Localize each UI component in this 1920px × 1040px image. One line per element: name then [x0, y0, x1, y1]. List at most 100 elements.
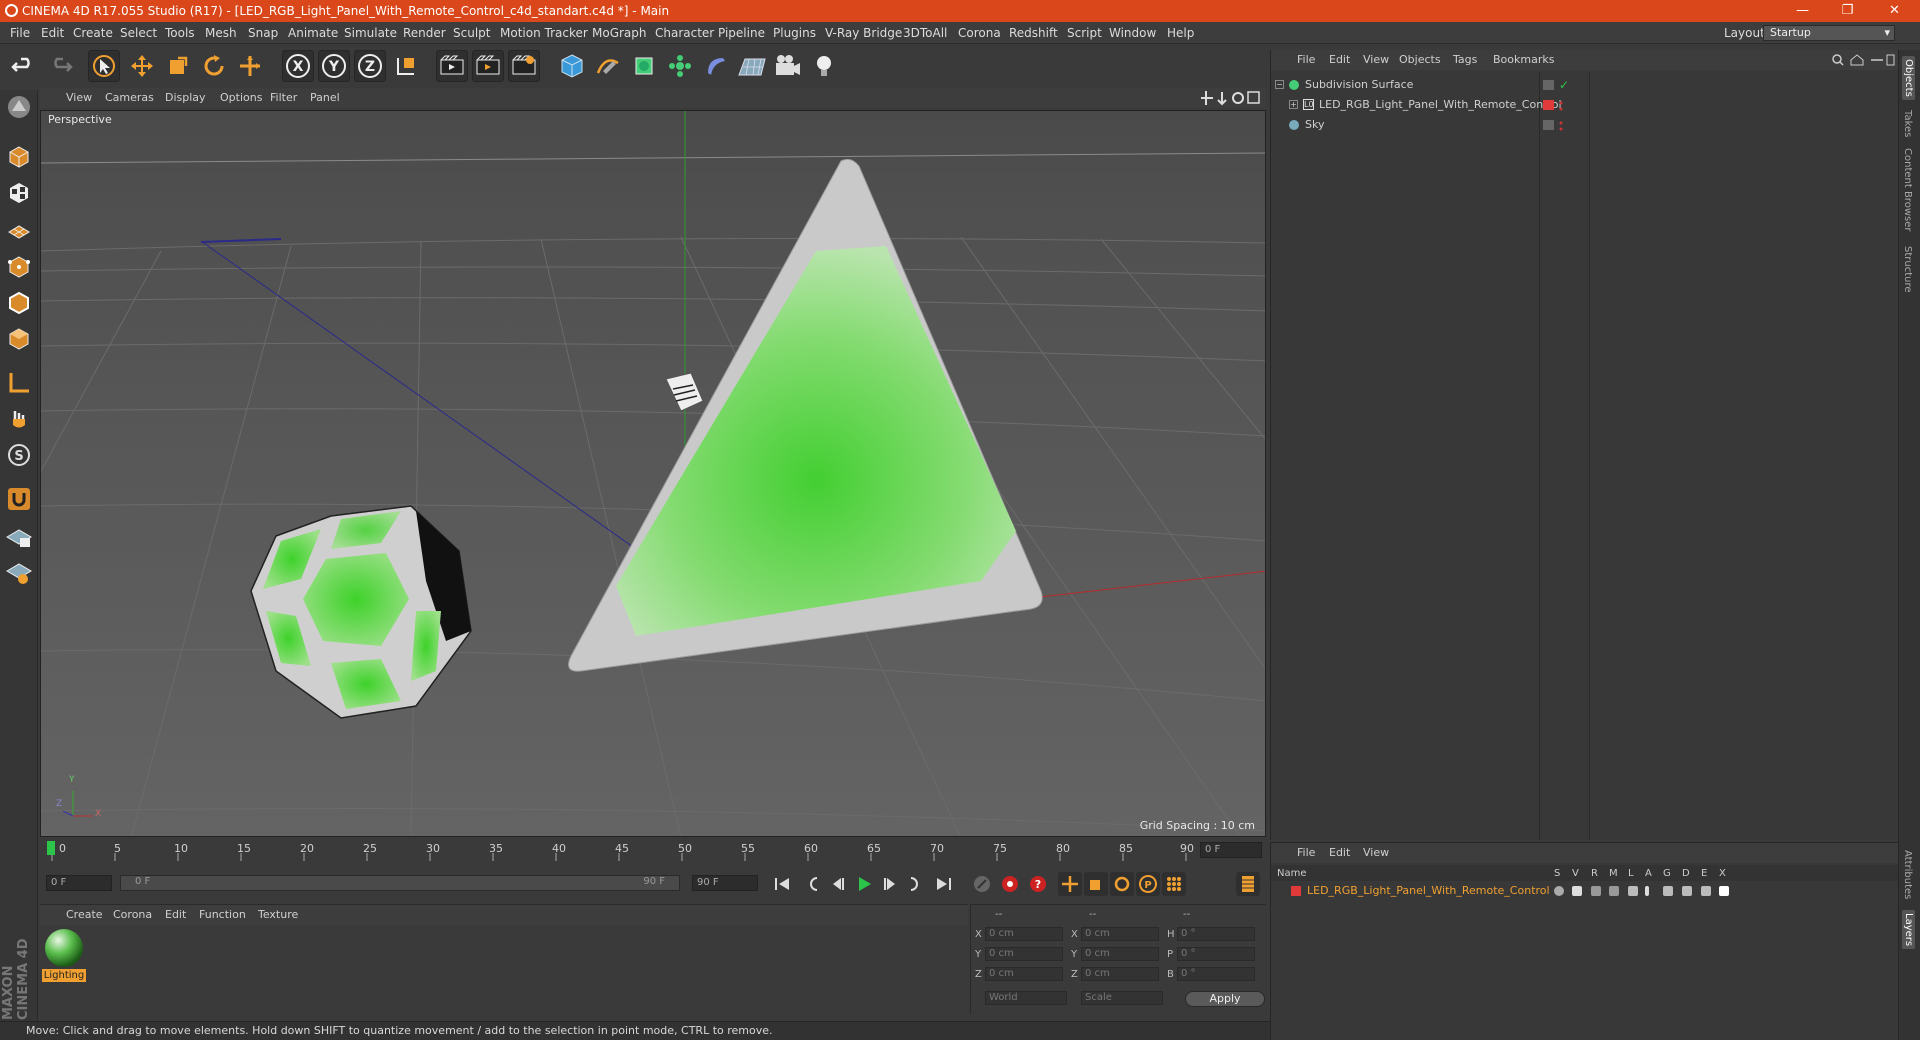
object-menu-edit[interactable]: Edit — [1329, 53, 1350, 66]
deformer-icon[interactable] — [700, 50, 732, 82]
play-icon[interactable] — [852, 872, 876, 896]
object-menu-objects[interactable]: Objects — [1399, 53, 1441, 66]
layer-animation-icon[interactable] — [1645, 886, 1649, 896]
tab-attributes[interactable]: Attributes — [1902, 850, 1913, 899]
move-icon[interactable] — [126, 50, 158, 82]
render-settings-icon[interactable] — [508, 50, 540, 82]
subdivision-surface-icon[interactable] — [628, 50, 660, 82]
viewport-menu-view[interactable]: View — [66, 91, 92, 104]
object-menu-view[interactable]: View — [1363, 53, 1389, 66]
coord-system-select[interactable]: World — [985, 991, 1067, 1005]
previous-key-icon[interactable] — [800, 872, 824, 896]
coord-mode-select[interactable]: Scale — [1081, 991, 1163, 1005]
edges-mode-icon[interactable] — [4, 288, 34, 318]
timeline-icon[interactable] — [1236, 872, 1260, 896]
material-swatch[interactable]: Lighting — [42, 927, 86, 985]
menu-mograph[interactable]: MoGraph — [592, 26, 647, 40]
menu-simulate[interactable]: Simulate — [344, 26, 397, 40]
rotation-p-field[interactable]: 0 ° — [1177, 947, 1255, 961]
x-axis-icon[interactable]: X — [282, 50, 314, 82]
y-axis-icon[interactable]: Y — [318, 50, 350, 82]
minimize-button[interactable]: — — [1780, 0, 1825, 22]
collapse-icon[interactable]: − — [1275, 80, 1284, 89]
camera-icon[interactable] — [772, 50, 804, 82]
layer-xrefs-icon[interactable] — [1719, 886, 1729, 896]
material-menu-function[interactable]: Function — [199, 908, 246, 921]
material-menu-texture[interactable]: Texture — [258, 908, 298, 921]
rotation-b-field[interactable]: 0 ° — [1177, 967, 1255, 981]
viewport-menu-panel[interactable]: Panel — [310, 91, 340, 104]
render-view-icon[interactable] — [436, 50, 468, 82]
object-menu-bookmarks[interactable]: Bookmarks — [1493, 53, 1554, 66]
expand-icon[interactable]: + — [1289, 100, 1298, 109]
snapping-icon[interactable]: S — [4, 440, 34, 470]
viewport-menu-display[interactable]: Display — [165, 91, 206, 104]
record-icon[interactable] — [970, 872, 994, 896]
apply-button[interactable]: Apply — [1185, 991, 1265, 1007]
key-position-icon[interactable] — [1058, 872, 1082, 896]
frame-range-slider[interactable]: 0 F 90 F — [120, 875, 680, 891]
material-menu-corona[interactable]: Corona — [113, 908, 152, 921]
scale-icon[interactable] — [162, 50, 194, 82]
size-y-field[interactable]: 0 cm — [1081, 947, 1159, 961]
size-x-field[interactable]: 0 cm — [1081, 927, 1159, 941]
menu-vray-bridge[interactable]: V-Ray Bridge — [825, 26, 902, 40]
menu-pipeline[interactable]: Pipeline — [718, 26, 765, 40]
next-frame-icon[interactable] — [878, 872, 902, 896]
magnet-icon[interactable] — [4, 484, 34, 514]
viewport-nav-icons[interactable] — [1200, 90, 1262, 109]
menu-redshift[interactable]: Redshift — [1009, 26, 1058, 40]
object-manager-nav-icons[interactable] — [1831, 53, 1895, 70]
visibility-dots-icon[interactable] — [1543, 120, 1554, 130]
layer-menu-edit[interactable]: Edit — [1329, 846, 1350, 859]
object-row-led-panel[interactable]: + L0 LED_RGB_Light_Panel_With_Remote_Con… — [1271, 96, 1899, 114]
menu-tools[interactable]: Tools — [165, 26, 195, 40]
menu-snap[interactable]: Snap — [248, 26, 278, 40]
layer-deformers-icon[interactable] — [1682, 886, 1692, 896]
layer-menu-file[interactable]: File — [1297, 846, 1315, 859]
visibility-dots-icon[interactable] — [1543, 80, 1554, 90]
polygons-mode-icon[interactable] — [4, 324, 34, 354]
layer-color-icon[interactable] — [1291, 886, 1301, 896]
menu-edit[interactable]: Edit — [41, 26, 64, 40]
restore-button[interactable]: ❐ — [1825, 0, 1870, 22]
layer-expressions-icon[interactable] — [1701, 886, 1711, 896]
render-to-picture-viewer-icon[interactable] — [472, 50, 504, 82]
menu-select[interactable]: Select — [120, 26, 157, 40]
key-scale-icon[interactable] — [1084, 872, 1108, 896]
tab-takes[interactable]: Takes — [1902, 110, 1913, 137]
position-x-field[interactable]: 0 cm — [985, 927, 1063, 941]
visibility-dots-icon[interactable] — [1559, 99, 1563, 111]
material-menu-edit[interactable]: Edit — [165, 908, 186, 921]
timeline-ruler[interactable]: 0 5 10 15 20 25 30 35 40 45 50 55 60 65 … — [40, 839, 1266, 861]
layer-generators-icon[interactable] — [1663, 886, 1673, 896]
position-y-field[interactable]: 0 cm — [985, 947, 1063, 961]
light-icon[interactable] — [808, 50, 840, 82]
close-button[interactable]: ✕ — [1872, 0, 1917, 22]
layout-select[interactable]: Startup — [1763, 25, 1895, 41]
current-frame-field[interactable]: 0 F — [1200, 842, 1262, 858]
auto-keying-icon[interactable] — [998, 872, 1022, 896]
layer-menu-view[interactable]: View — [1363, 846, 1389, 859]
rotate-icon[interactable] — [198, 50, 230, 82]
redo-icon[interactable] — [44, 50, 76, 82]
menu-create[interactable]: Create — [73, 26, 113, 40]
end-frame-field[interactable]: 90 F — [692, 875, 758, 891]
points-mode-icon[interactable] — [4, 252, 34, 282]
menu-render[interactable]: Render — [403, 26, 446, 40]
menu-character[interactable]: Character — [655, 26, 714, 40]
layer-manager-icon[interactable] — [1609, 886, 1619, 896]
menu-corona[interactable]: Corona — [958, 26, 1001, 40]
workplane-icon[interactable] — [4, 214, 34, 244]
floor-icon[interactable] — [736, 50, 768, 82]
live-selection-icon[interactable] — [88, 50, 120, 82]
transform-icon[interactable] — [234, 50, 266, 82]
layer-lock-icon[interactable] — [1628, 886, 1638, 896]
menu-animate[interactable]: Animate — [288, 26, 338, 40]
rotation-h-field[interactable]: 0 ° — [1177, 927, 1255, 941]
previous-frame-icon[interactable] — [826, 872, 850, 896]
menu-script[interactable]: Script — [1067, 26, 1102, 40]
cube-icon[interactable] — [556, 50, 588, 82]
tab-objects[interactable]: Objects — [1902, 56, 1915, 100]
key-parameter-icon[interactable]: P — [1136, 872, 1160, 896]
